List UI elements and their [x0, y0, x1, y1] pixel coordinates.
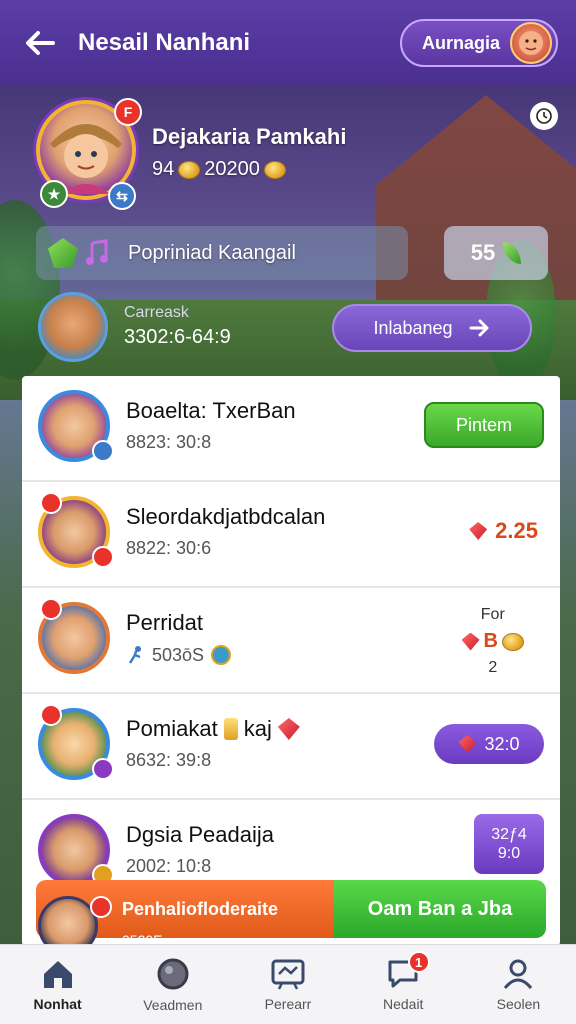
badge-icon: [40, 492, 62, 514]
notification-badge: 1: [407, 951, 430, 973]
list-item[interactable]: Boaelta: TxerBan 8823: 30:8 Pintem: [22, 376, 560, 482]
nav-label: Nonhat: [33, 995, 82, 1012]
player-card: F ★ ⇆ Dejakaria Pamkahi 94 20200: [22, 86, 382, 221]
ruby-icon: [469, 522, 488, 540]
row-action-value-top: 32ƒ4: [491, 825, 527, 843]
row-subtext: 2002: 10:8: [126, 856, 212, 876]
level-badge-icon: ★: [40, 180, 68, 208]
invite-button[interactable]: Inlabaneg: [332, 304, 532, 352]
row-value-bottom: 2: [488, 659, 498, 676]
nav-item-profile[interactable]: Seolen: [461, 945, 576, 1024]
profile-button[interactable]: Aurnagia: [399, 19, 558, 67]
list-item[interactable]: Sleordakdjatbdcalan 8822: 30:6 2.25: [22, 482, 560, 588]
row-subtext: 8822: 30:6: [126, 538, 212, 558]
top-bar: Nesail Nanhani Aurnagia: [0, 0, 576, 86]
arrow-right-icon: [469, 319, 489, 337]
promo-text: Popriniad Kaangail: [128, 241, 296, 264]
nav-label: Seolen: [496, 995, 541, 1012]
nav-item-orb[interactable]: Veadmen: [115, 945, 230, 1024]
arrow-left-icon: [26, 31, 55, 55]
bottom-navigation: Nonhat Veadmen Perearr 1 Nedait Seolen: [0, 944, 576, 1024]
player-coins: 20200: [204, 158, 260, 180]
player-name: Dejakaria Pamkahi: [152, 124, 347, 149]
row-name: Dgsia Peadaija: [126, 822, 274, 847]
action-bar: Penhaliofloderaite Oam Ban a Jba: [36, 880, 546, 938]
ruby-icon: [461, 632, 480, 651]
row-action-button[interactable]: 32ƒ4 9:0: [474, 814, 544, 874]
row-action-value-bottom: 9:0: [497, 845, 521, 862]
clock-icon: [536, 108, 552, 124]
leaf-icon: [503, 242, 522, 264]
row-name: Pomiakat kaj: [126, 716, 300, 742]
row-value-block: For B 2: [461, 606, 524, 677]
home-icon: [43, 960, 72, 988]
invite-button-label: Inlabaneg: [373, 317, 453, 338]
coin-icon: [502, 632, 524, 651]
row-name: Perridat: [126, 610, 204, 635]
list-item[interactable]: Perridat 503ōS For B 2: [22, 588, 560, 694]
ruby-icon: [458, 735, 477, 753]
row-action-value: 32:0: [484, 733, 520, 754]
contact-value: 3302:6-64:9: [124, 326, 231, 348]
badge-icon: [90, 896, 112, 918]
row-name-suffix: kaj: [243, 716, 272, 741]
profile-label: Aurnagia: [421, 32, 500, 53]
orb-icon: [157, 958, 189, 989]
score-box[interactable]: 55: [444, 226, 548, 280]
row-value-top: For: [480, 606, 505, 623]
face-icon: [519, 31, 543, 55]
swap-badge-icon: ⇆: [108, 182, 136, 210]
row-name: Sleordakdjatbdcalan: [126, 504, 326, 529]
action-right-button[interactable]: Oam Ban a Jba: [334, 880, 546, 938]
row-value-text: 2.25: [495, 518, 538, 543]
row-value-mid: B: [461, 630, 524, 653]
profile-avatar: [510, 22, 552, 64]
badge-icon: [40, 704, 62, 726]
back-button[interactable]: [18, 21, 62, 65]
timer-badge[interactable]: [530, 102, 558, 130]
contact-label: Carreask: [124, 304, 189, 321]
row-subtext: 8823: 30:8: [126, 432, 212, 452]
notification-flag-icon: F: [114, 98, 142, 126]
player-level: 94: [152, 158, 175, 180]
runner-icon: [128, 646, 141, 664]
nav-label: Perearr: [264, 995, 312, 1012]
coin-icon: [178, 160, 201, 179]
page-title: Nesail Nanhani: [78, 29, 251, 56]
nav-item-home[interactable]: Nonhat: [0, 945, 115, 1024]
score-value: 55: [470, 240, 496, 265]
row-action-button[interactable]: 32:0: [434, 724, 544, 764]
gold-bar-icon: [223, 718, 238, 740]
row-subtext: 503ōS: [126, 644, 232, 666]
list-item[interactable]: Pomiakat kaj 8632: 39:8 32:0: [22, 694, 560, 800]
promo-icons: [48, 238, 112, 268]
badge-icon: [92, 440, 114, 462]
promotion-bar[interactable]: Popriniad Kaangail: [36, 226, 408, 280]
music-note-icon: [82, 238, 112, 268]
badge-icon: [92, 758, 114, 780]
row-action-button[interactable]: Pintem: [424, 402, 544, 448]
coin-icon: [263, 160, 286, 179]
contact-avatar[interactable]: [38, 292, 108, 362]
globe-icon: [211, 645, 232, 665]
nav-item-easel[interactable]: Perearr: [230, 945, 345, 1024]
row-name-text: Pomiakat: [126, 716, 218, 741]
friends-list: Boaelta: TxerBan 8823: 30:8 Pintem Sleor…: [22, 376, 560, 946]
row-value-mid-text: B: [483, 630, 498, 652]
green-gem-icon: [48, 238, 78, 268]
nav-label: Nedait: [382, 995, 424, 1012]
ruby-icon: [277, 718, 300, 740]
easel-icon: [271, 959, 305, 990]
badge-icon: [92, 546, 114, 568]
row-value: 2.25: [469, 518, 538, 544]
nav-label: Veadmen: [143, 996, 203, 1013]
player-stats: 94 20200: [152, 158, 286, 181]
row-subtext-value: 503ōS: [152, 644, 205, 665]
row-name: Boaelta: TxerBan: [126, 398, 296, 423]
row-subtext: 8632: 39:8: [126, 750, 212, 770]
badge-icon: [40, 598, 62, 620]
nav-item-chat[interactable]: 1 Nedait: [346, 945, 461, 1024]
person-icon: [504, 959, 533, 989]
